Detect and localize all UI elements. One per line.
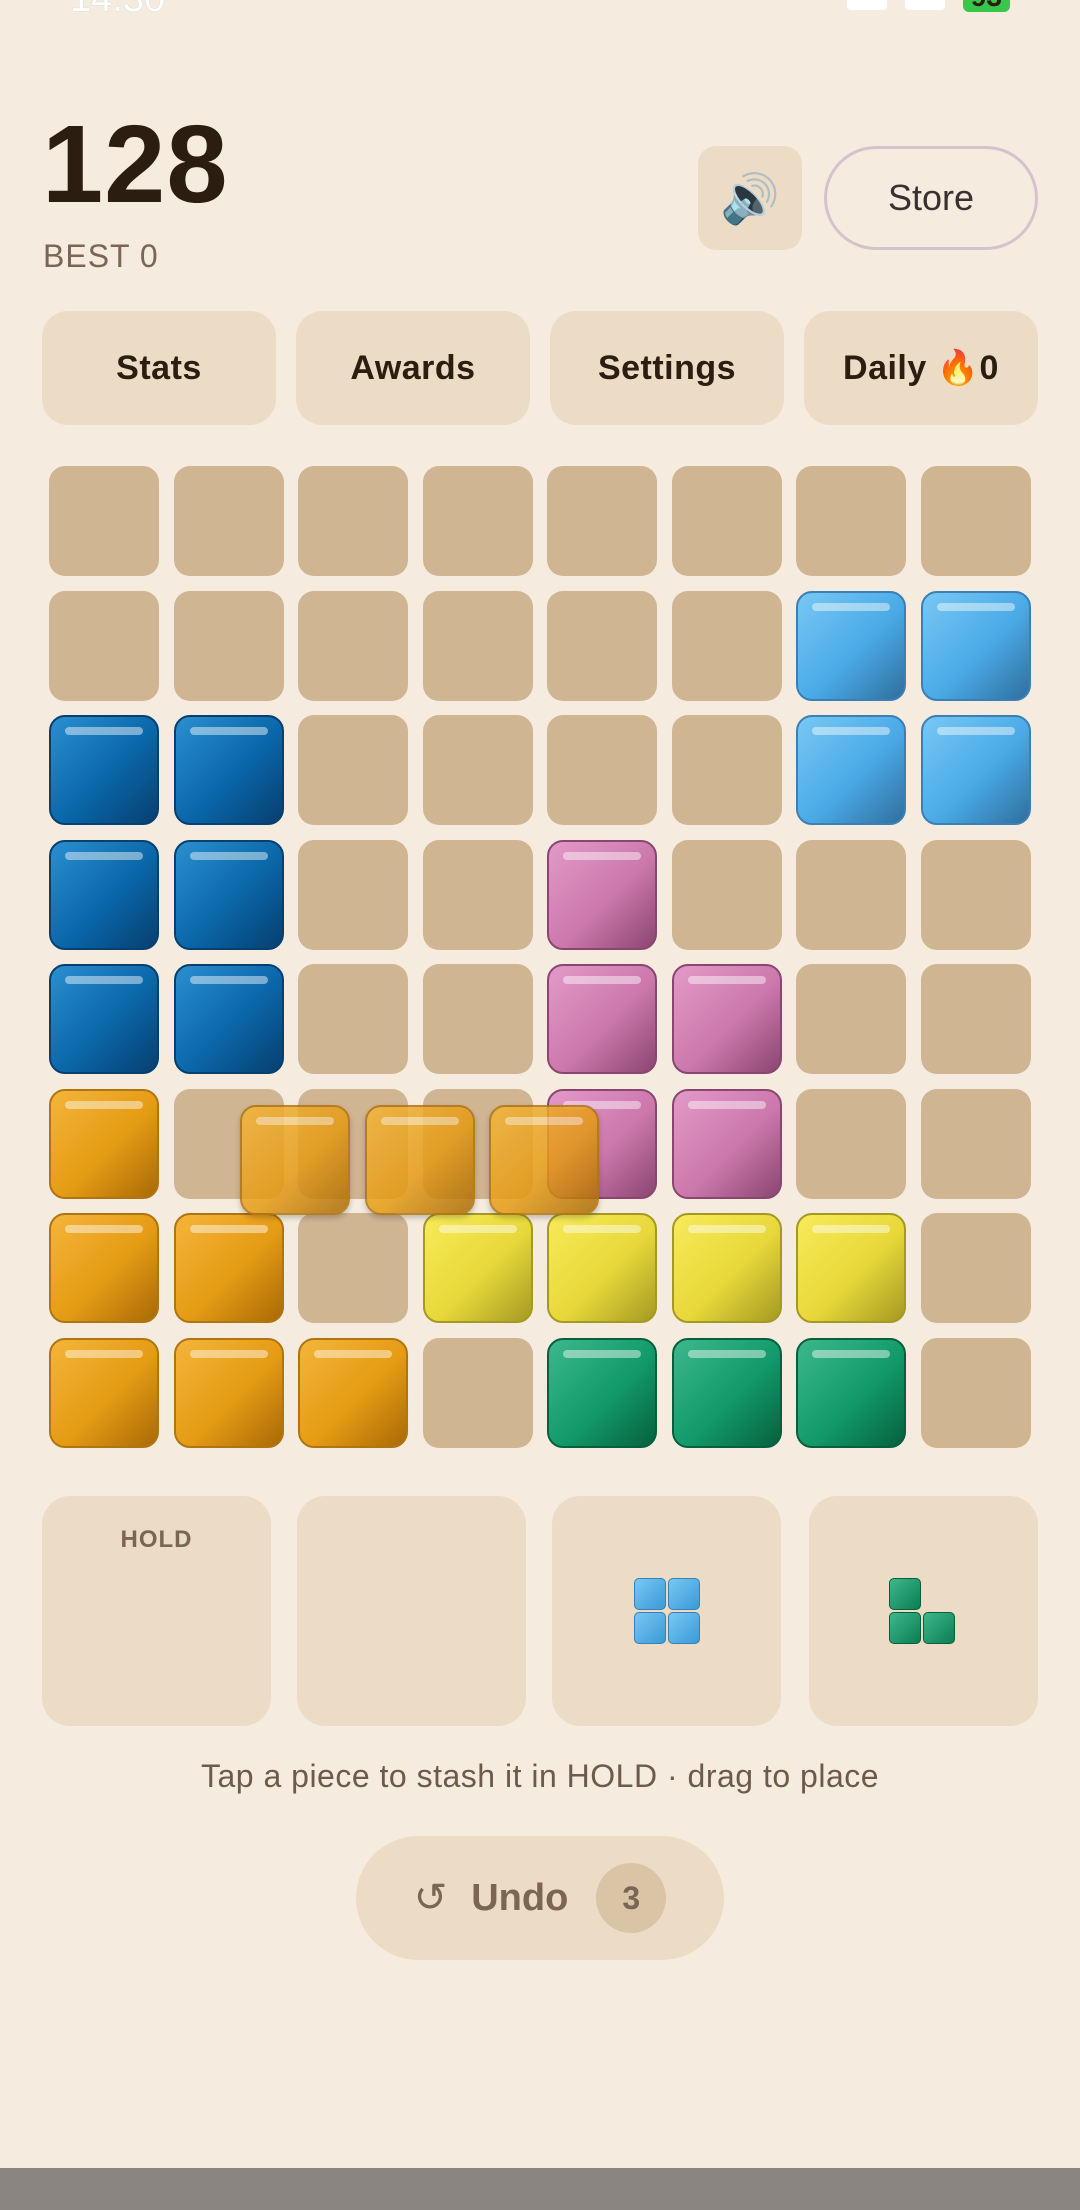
board-tile-pink[interactable] [547,839,657,950]
board-tile-yellow[interactable] [796,1213,906,1323]
navigation-bar [0,2168,1080,2210]
board-tile-lightblue[interactable] [796,590,906,701]
piece-slot-2[interactable] [552,1496,781,1726]
board-cell-empty[interactable] [671,590,782,701]
board-cell-empty[interactable] [920,964,1031,1074]
board-cell-empty[interactable] [49,466,159,576]
board-tile-orange[interactable] [298,1337,408,1448]
board-cell-empty[interactable] [920,466,1031,576]
store-button[interactable]: Store [824,146,1038,250]
board-cell-empty[interactable] [298,715,408,825]
board-cell-empty[interactable] [173,466,284,576]
board-tile-orange[interactable] [173,1337,284,1448]
status-icons: 93 [846,0,1010,12]
undo-button[interactable]: ↺ Undo 3 [356,1836,724,1960]
board-tile-lightblue[interactable] [920,590,1031,701]
board-cell-empty[interactable] [796,1088,906,1199]
undo-count-badge: 3 [596,1863,667,1933]
board-cell-empty[interactable] [173,590,284,701]
board-cell-empty[interactable] [920,1213,1031,1323]
board-tile-blue[interactable] [173,839,284,950]
board-cell-empty[interactable] [298,590,408,701]
battery-icon: 93 [962,0,1010,12]
board-tile-lightblue[interactable] [796,715,906,825]
board-tile-blue[interactable] [173,715,284,825]
dragging-piece-block[interactable] [240,1105,350,1215]
awards-button[interactable]: Awards [296,311,530,425]
board-cell-empty[interactable] [422,964,533,1074]
piece-block [889,1612,921,1644]
hold-label: HOLD [120,1526,193,1553]
piece-block [634,1612,666,1644]
board-cell-empty[interactable] [49,590,159,701]
signal-icon [846,0,887,10]
piece-tray: HOLD [42,1496,1038,1726]
board-cell-empty[interactable] [547,466,657,576]
board-cell-empty[interactable] [422,590,533,701]
board-cell-empty[interactable] [920,1088,1031,1199]
piece-block [668,1612,700,1644]
board-cell-empty[interactable] [920,839,1031,950]
board-tile-orange[interactable] [49,1337,159,1448]
board-tile-yellow[interactable] [547,1213,657,1323]
board-cell-empty[interactable] [298,1213,408,1323]
board-cell-empty[interactable] [796,839,906,950]
board-cell-empty[interactable] [547,590,657,701]
sound-toggle-button[interactable]: 🔊 [698,146,802,250]
board-tile-yellow[interactable] [422,1213,533,1323]
piece-block [634,1578,666,1610]
piece-slot-1[interactable] [297,1496,526,1726]
piece-slot-3[interactable] [809,1496,1038,1726]
board-tile-pink[interactable] [547,964,657,1074]
board-cell-empty[interactable] [671,839,782,950]
board-tile-pink[interactable] [671,964,782,1074]
board-cell-empty[interactable] [671,466,782,576]
board-tile-orange[interactable] [173,1213,284,1323]
game-board[interactable] [42,459,1038,1455]
board-tile-yellow[interactable] [671,1213,782,1323]
board-tile-green[interactable] [671,1337,782,1448]
board-tile-orange[interactable] [49,1213,159,1323]
board-tile-blue[interactable] [49,715,159,825]
wifi-icon [904,0,945,10]
nav-bar: Stats Awards Settings Daily 🔥0 [42,311,1038,425]
dragging-piece-block[interactable] [364,1105,475,1215]
score: 128 [42,103,229,226]
board-cell-empty[interactable] [671,715,782,825]
piece-block [923,1612,955,1644]
piece-block [668,1578,700,1610]
board-cell-empty[interactable] [298,839,408,950]
board-cell-empty[interactable] [422,715,533,825]
board-cell-empty[interactable] [422,466,533,576]
board-tile-blue[interactable] [173,964,284,1074]
board-cell-empty[interactable] [547,715,657,825]
status-time: 14:30 [70,0,165,21]
settings-button[interactable]: Settings [550,311,784,425]
board-cell-empty[interactable] [920,1337,1031,1448]
board-tile-pink[interactable] [671,1088,782,1199]
board-cell-empty[interactable] [422,1337,533,1448]
board-tile-blue[interactable] [49,964,159,1074]
daily-button[interactable]: Daily 🔥0 [804,311,1038,425]
board-cell-empty[interactable] [298,964,408,1074]
board-cell-empty[interactable] [298,466,408,576]
hint-text: Tap a piece to stash it in HOLD · drag t… [200,1758,880,1794]
undo-label: Undo [471,1876,569,1919]
stats-button[interactable]: Stats [42,311,276,425]
board-tile-orange[interactable] [49,1088,159,1199]
speaker-icon: 🔊 [720,172,780,226]
undo-icon: ↺ [413,1876,448,1920]
board-tile-lightblue[interactable] [920,715,1031,825]
dragging-piece-block[interactable] [489,1105,599,1215]
board-cell-empty[interactable] [796,466,906,576]
status-bar: 14:30 93 [0,0,1080,30]
board-tile-green[interactable] [547,1337,657,1448]
hold-slot[interactable]: HOLD [42,1496,271,1726]
board-tile-green[interactable] [796,1337,906,1448]
board-cell-empty[interactable] [796,964,906,1074]
piece-block [889,1578,921,1610]
board-tile-blue[interactable] [49,839,159,950]
board-cell-empty[interactable] [422,839,533,950]
best-score: BEST 0 [43,238,159,274]
